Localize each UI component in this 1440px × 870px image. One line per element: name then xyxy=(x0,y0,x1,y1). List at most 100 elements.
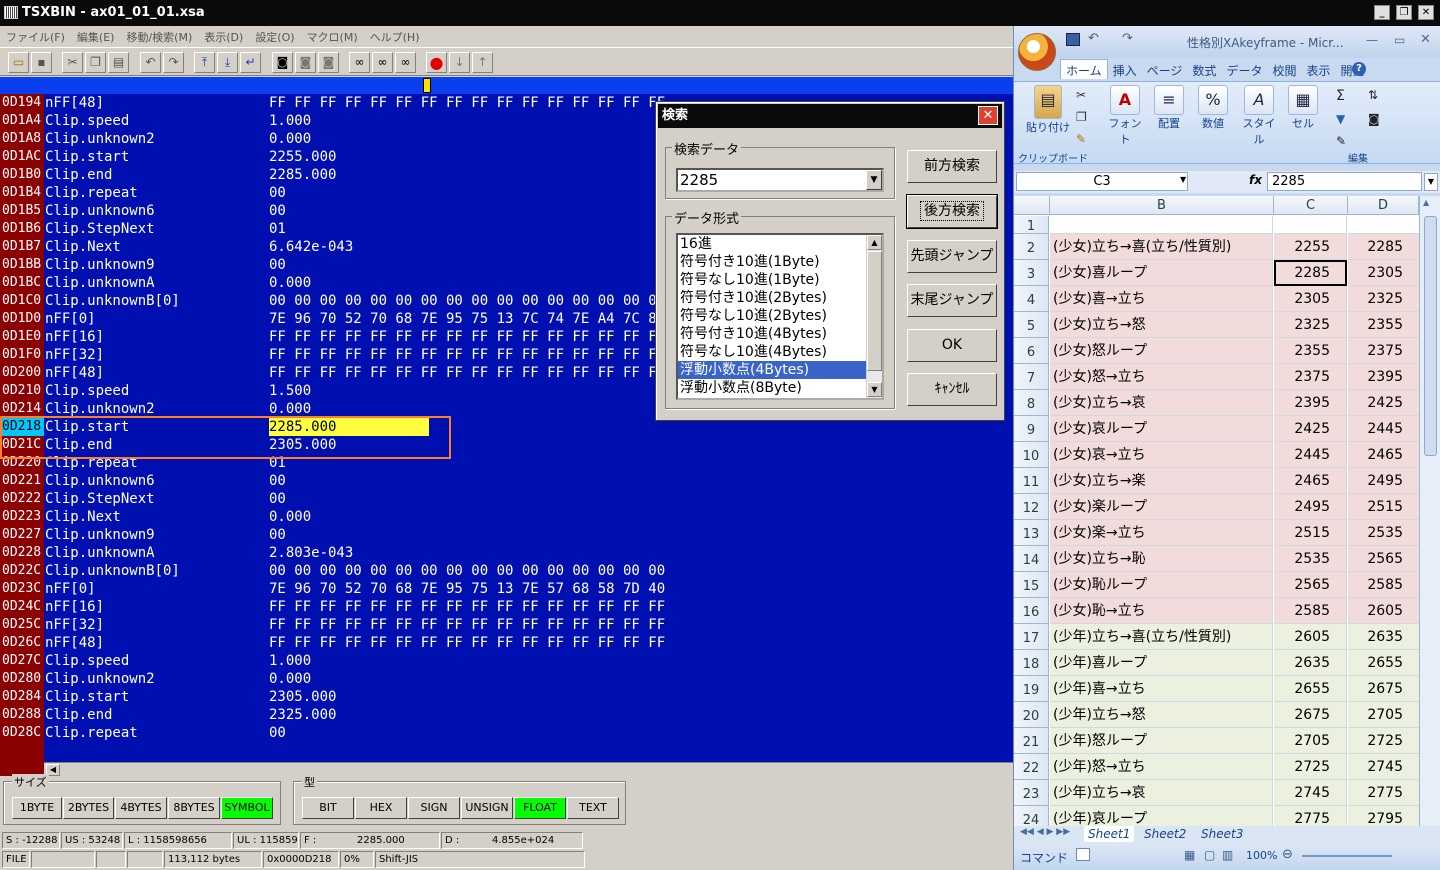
cell-c[interactable]: 2775 xyxy=(1274,806,1347,826)
record-row[interactable]: 0D221 Clip.unknown6 00 xyxy=(0,472,1013,490)
name-box[interactable]: C3 xyxy=(1016,172,1188,191)
row-header[interactable]: 9 xyxy=(1014,416,1049,442)
cell-b[interactable] xyxy=(1050,216,1273,234)
cut-icon[interactable]: ✂ xyxy=(1076,88,1086,102)
undo-icon[interactable]: ↶ xyxy=(140,52,161,73)
row-header[interactable]: 13 xyxy=(1014,520,1049,546)
record-value[interactable]: 0.000 xyxy=(269,670,311,688)
record-row[interactable]: 0D22C Clip.unknownB[0] 00 00 00 00 00 00 0… xyxy=(0,562,1013,580)
ribbon-tab[interactable]: ページ xyxy=(1142,60,1188,80)
cell-b[interactable]: (少年)立ち→怒 xyxy=(1050,702,1273,728)
cell-c[interactable]: 2395 xyxy=(1274,390,1347,416)
cell-c[interactable] xyxy=(1274,216,1347,234)
horizontal-scrollbar[interactable]: ◀ xyxy=(44,762,1013,776)
style-icon[interactable]: A xyxy=(1244,85,1274,115)
record-value[interactable]: 6.642e-043 xyxy=(269,238,353,256)
help-icon[interactable]: ? xyxy=(1352,62,1366,76)
record-row[interactable]: 0D228 Clip.unknownA 2.803e-043 xyxy=(0,544,1013,562)
cell-b[interactable]: (少年)怒ループ xyxy=(1050,728,1273,754)
cell-c[interactable]: 2585 xyxy=(1274,598,1347,624)
cell-d[interactable]: 2655 xyxy=(1348,650,1419,676)
type-button-sign[interactable]: SIGN xyxy=(408,797,460,819)
vertical-scrollbar[interactable]: ▲ xyxy=(1419,196,1440,826)
record-value[interactable]: 00 xyxy=(269,490,286,508)
record-row[interactable]: 0D280 Clip.unknown2 0.000 xyxy=(0,670,1013,688)
jump-end-button[interactable]: 末尾ジャンプ xyxy=(907,284,997,317)
format-option[interactable]: 符号なし10進(2Bytes) xyxy=(678,307,882,325)
formula-input[interactable]: 2285 xyxy=(1267,172,1422,191)
redo-icon[interactable]: ↷ xyxy=(163,52,184,73)
cells-icon[interactable]: ▦ xyxy=(1288,85,1318,115)
record-value[interactable]: 00 xyxy=(269,526,286,544)
record-row[interactable]: 0D28C Clip.repeat 00 xyxy=(0,724,1013,742)
format-option[interactable]: 符号付き10進(1Byte) xyxy=(678,253,882,271)
ok-button[interactable]: OK xyxy=(907,329,997,362)
cell-c[interactable]: 2675 xyxy=(1274,702,1347,728)
row-header[interactable]: 12 xyxy=(1014,494,1049,520)
size-button-1byte[interactable]: 1BYTE xyxy=(12,797,62,819)
cell-c[interactable]: 2655 xyxy=(1274,676,1347,702)
cell-d[interactable]: 2705 xyxy=(1348,702,1419,728)
record-value[interactable]: 01 xyxy=(269,220,286,238)
row-header[interactable]: 4 xyxy=(1014,286,1049,312)
xl-close-button[interactable]: ✕ xyxy=(1420,32,1431,47)
column-header-c[interactable]: C xyxy=(1274,196,1348,215)
cell-b[interactable]: (少年)怒→立ち xyxy=(1050,754,1273,780)
cell-b[interactable]: (少女)哀ループ xyxy=(1050,416,1273,442)
data-format-list[interactable]: 16進 符号付き10進(1Byte) 符号なし10進(1Byte) 符号付き10進(2… xyxy=(676,233,884,400)
cell-d[interactable]: 2515 xyxy=(1348,494,1419,520)
row-header[interactable]: 14 xyxy=(1014,546,1049,572)
cancel-button[interactable]: ｷｬﾝｾﾙ xyxy=(907,373,997,406)
scroll-up-icon[interactable]: ▲ xyxy=(867,235,882,250)
record-value[interactable]: 2285.000 xyxy=(269,166,336,184)
jump-top-icon[interactable]: ⤒ xyxy=(194,52,215,73)
type-button-text[interactable]: TEXT xyxy=(567,797,619,819)
row-header[interactable]: 20 xyxy=(1014,702,1049,728)
paste-icon[interactable]: ▤ xyxy=(108,52,129,73)
ribbon-tab[interactable]: 表示 xyxy=(1301,60,1335,80)
minimize-button[interactable]: _ xyxy=(1374,5,1390,20)
scroll-thumb[interactable] xyxy=(867,251,882,371)
undo-icon[interactable]: ↶ xyxy=(1088,31,1099,46)
xl-minimize-button[interactable]: — xyxy=(1366,33,1378,47)
record-value[interactable]: FF FF FF FF FF FF FF FF FF FF FF FF FF F… xyxy=(269,634,665,652)
cell-d[interactable]: 2565 xyxy=(1348,546,1419,572)
dialog-close-button[interactable]: ✕ xyxy=(978,106,998,125)
scroll-thumb[interactable] xyxy=(1424,216,1437,456)
record-value[interactable]: FF FF FF FF FF FF FF FF FF FF FF FF FF F… xyxy=(269,364,665,382)
fill-icon[interactable]: ▼ xyxy=(1336,112,1345,126)
type-button-hex[interactable]: HEX xyxy=(355,797,407,819)
open-folder-icon[interactable]: ▭ xyxy=(8,52,29,73)
find-prev-icon[interactable]: ◙ xyxy=(295,52,316,73)
cell-c[interactable]: 2635 xyxy=(1274,650,1347,676)
cell-d[interactable]: 2395 xyxy=(1348,364,1419,390)
record-row[interactable]: 0D26C nFF[48] FF FF FF FF FF FF FF FF FF F… xyxy=(0,634,1013,652)
record-value[interactable]: 0.000 xyxy=(269,508,311,526)
scroll-up-icon[interactable]: ▲ xyxy=(1423,198,1429,207)
record-value[interactable]: 7E 96 70 52 70 68 7E 95 75 13 7E 57 68 5… xyxy=(269,580,665,598)
clear-icon[interactable]: ✎ xyxy=(1336,134,1346,148)
ribbon-tab[interactable]: 挿入 xyxy=(1108,60,1142,80)
menu-move-search[interactable]: 移動/検索(M) xyxy=(120,26,198,46)
cell-c[interactable]: 2285 xyxy=(1274,260,1347,286)
row-header[interactable]: 19 xyxy=(1014,676,1049,702)
cell-c[interactable]: 2465 xyxy=(1274,468,1347,494)
cell-c[interactable]: 2705 xyxy=(1274,728,1347,754)
binoculars-icon[interactable]: ∞ xyxy=(349,52,370,73)
paste-icon[interactable]: ▤ xyxy=(1034,85,1062,119)
cut-icon[interactable]: ✂ xyxy=(62,52,83,73)
cell-c[interactable]: 2565 xyxy=(1274,572,1347,598)
size-button-symbol[interactable]: SYMBOL xyxy=(221,797,273,819)
find-icon[interactable]: ◙ xyxy=(272,52,293,73)
record-row[interactable]: 0D284 Clip.start 2305.000 xyxy=(0,688,1013,706)
jump-bottom-icon[interactable]: ⤓ xyxy=(217,52,238,73)
record-value[interactable]: 00 00 00 00 00 00 00 00 00 00 00 00 00 0… xyxy=(269,562,665,580)
cell-b[interactable]: (少女)立ち→怒 xyxy=(1050,312,1273,338)
copy-icon[interactable]: ❐ xyxy=(1076,110,1087,124)
cell-b[interactable]: (少女)喜→立ち xyxy=(1050,286,1273,312)
find-icon[interactable]: ◙ xyxy=(1368,112,1380,126)
sheet-tab-3[interactable]: Sheet3 xyxy=(1197,826,1247,842)
record-value[interactable]: 1.000 xyxy=(269,652,311,670)
record-value[interactable]: 00 xyxy=(269,256,286,274)
cell-c[interactable]: 2355 xyxy=(1274,338,1347,364)
